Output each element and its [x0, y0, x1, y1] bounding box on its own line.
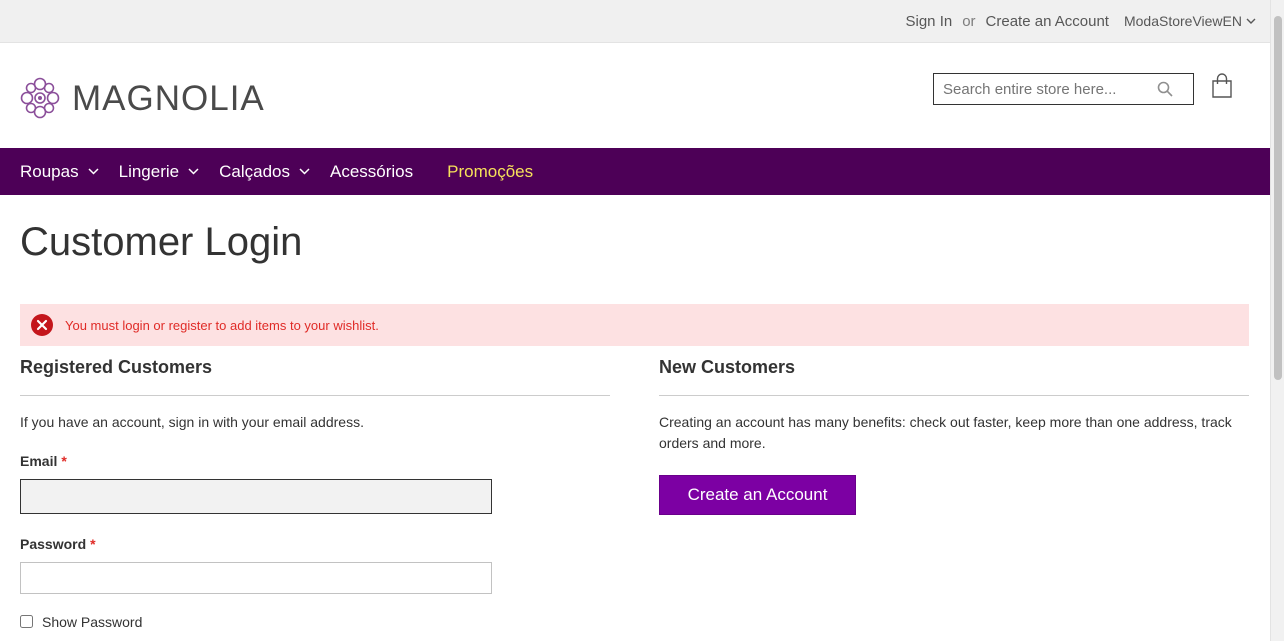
required-mark: * — [90, 535, 96, 552]
nav-item-label: Acessórios — [329, 161, 414, 181]
cart-icon[interactable] — [1211, 73, 1233, 103]
nav-item-lingerie[interactable]: Lingerie — [119, 162, 200, 182]
chevron-down-icon — [188, 168, 199, 175]
header-links: Sign In or Create an Account ModaStoreVi… — [906, 0, 1257, 42]
create-account-button[interactable]: Create an Account — [659, 475, 856, 515]
page-scrollbar[interactable] — [1270, 0, 1284, 641]
error-message-text: You must login or register to add items … — [65, 317, 379, 333]
new-customers-title: New Customers — [659, 356, 1249, 397]
password-field[interactable] — [20, 561, 492, 594]
required-mark: * — [61, 452, 67, 469]
email-label: Email * — [20, 453, 610, 469]
page-title: Customer Login — [20, 220, 303, 264]
search-icon[interactable] — [1157, 81, 1173, 102]
new-customers-block: New Customers Creating an account has ma… — [659, 356, 1249, 515]
email-label-text: Email — [20, 452, 58, 469]
registered-customers-title: Registered Customers — [20, 356, 610, 397]
chevron-down-icon — [88, 168, 99, 175]
nav-item-label: Roupas — [20, 161, 79, 181]
nav-item-promocoes[interactable]: Promoções — [447, 162, 533, 182]
new-customers-text: Creating an account has many benefits: c… — [659, 414, 1232, 451]
store-logo[interactable]: MAGNOLIA — [20, 77, 265, 119]
nav-item-label: Promoções — [447, 161, 534, 181]
nav-item-label: Calçados — [219, 161, 290, 181]
error-message: You must login or register to add items … — [20, 304, 1249, 346]
top-utility-bar: Sign In or Create an Account ModaStoreVi… — [0, 0, 1270, 43]
nav-item-calcados[interactable]: Calçados — [219, 162, 310, 182]
registered-customers-intro: If you have an account, sign in with you… — [20, 414, 364, 431]
main-navigation: Roupas Lingerie Calçados Acessórios Prom… — [0, 148, 1270, 195]
email-field[interactable] — [20, 478, 492, 514]
email-field-group: Email * — [20, 453, 610, 514]
show-password-label[interactable]: Show Password — [42, 614, 142, 630]
registered-customers-block: Registered Customers If you have an acco… — [20, 356, 610, 630]
sign-in-link[interactable]: Sign In — [906, 13, 953, 30]
show-password-checkbox[interactable] — [20, 615, 33, 629]
logo-text: MAGNOLIA — [72, 78, 265, 118]
search-input[interactable] — [934, 75, 1149, 103]
password-field-group: Password * — [20, 536, 610, 594]
nav-item-label: Lingerie — [118, 161, 180, 181]
chevron-down-icon — [299, 168, 310, 175]
or-separator: or — [962, 12, 976, 30]
error-icon — [31, 314, 53, 336]
password-label: Password * — [20, 536, 610, 552]
nav-item-roupas[interactable]: Roupas — [20, 162, 99, 182]
show-password-row: Show Password — [20, 614, 610, 630]
nav-item-acessorios[interactable]: Acessórios — [330, 162, 413, 182]
store-switcher[interactable]: ModaStoreViewEN — [1124, 13, 1256, 29]
password-label-text: Password — [20, 535, 87, 552]
search-box — [933, 73, 1194, 105]
scrollbar-thumb[interactable] — [1274, 16, 1282, 380]
store-view-label: ModaStoreViewEN — [1123, 13, 1242, 29]
chevron-down-icon — [1246, 18, 1256, 24]
magnolia-logo-icon — [20, 77, 60, 119]
create-account-link[interactable]: Create an Account — [986, 13, 1109, 30]
